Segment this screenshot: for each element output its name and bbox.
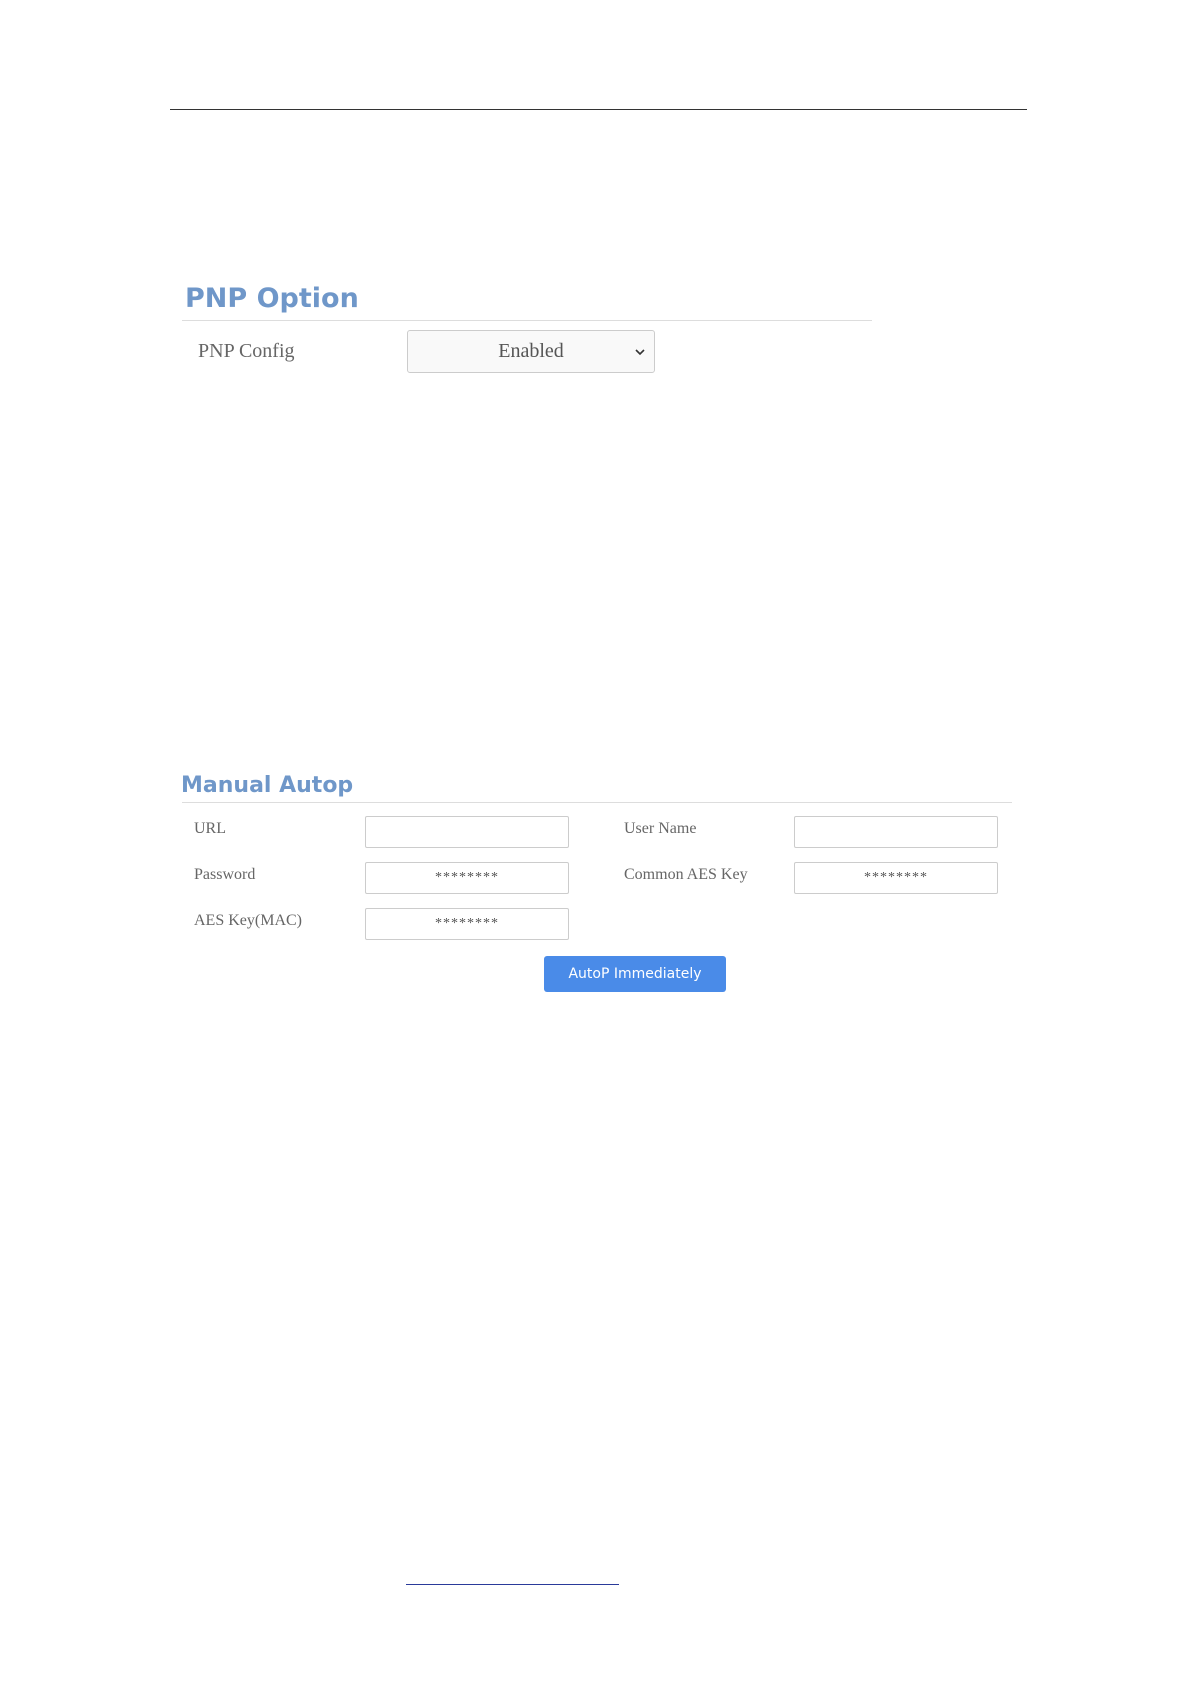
footer-link-underline[interactable] [406, 1584, 619, 1585]
password-label: Password [194, 866, 256, 883]
chevron-down-icon [635, 348, 645, 355]
common-aes-key-input[interactable] [794, 862, 998, 894]
pnp-config-selected-value: Enabled [498, 340, 564, 362]
page-header-rule [170, 109, 1027, 110]
pnp-config-label: PNP Config [198, 340, 295, 362]
autop-immediately-button[interactable]: AutoP Immediately [544, 956, 726, 992]
pnp-option-title: PNP Option [185, 283, 359, 314]
aes-key-mac-label: AES Key(MAC) [194, 912, 302, 929]
pnp-option-divider [182, 320, 872, 321]
manual-autop-divider [182, 802, 1012, 803]
pnp-config-select[interactable]: Enabled [407, 330, 655, 373]
aes-key-mac-input[interactable] [365, 908, 569, 940]
manual-autop-title: Manual Autop [181, 773, 354, 798]
password-input[interactable] [365, 862, 569, 894]
user-name-label: User Name [624, 820, 697, 837]
url-input[interactable] [365, 816, 569, 848]
user-name-input[interactable] [794, 816, 998, 848]
url-label: URL [194, 820, 226, 837]
common-aes-key-label: Common AES Key [624, 866, 748, 883]
